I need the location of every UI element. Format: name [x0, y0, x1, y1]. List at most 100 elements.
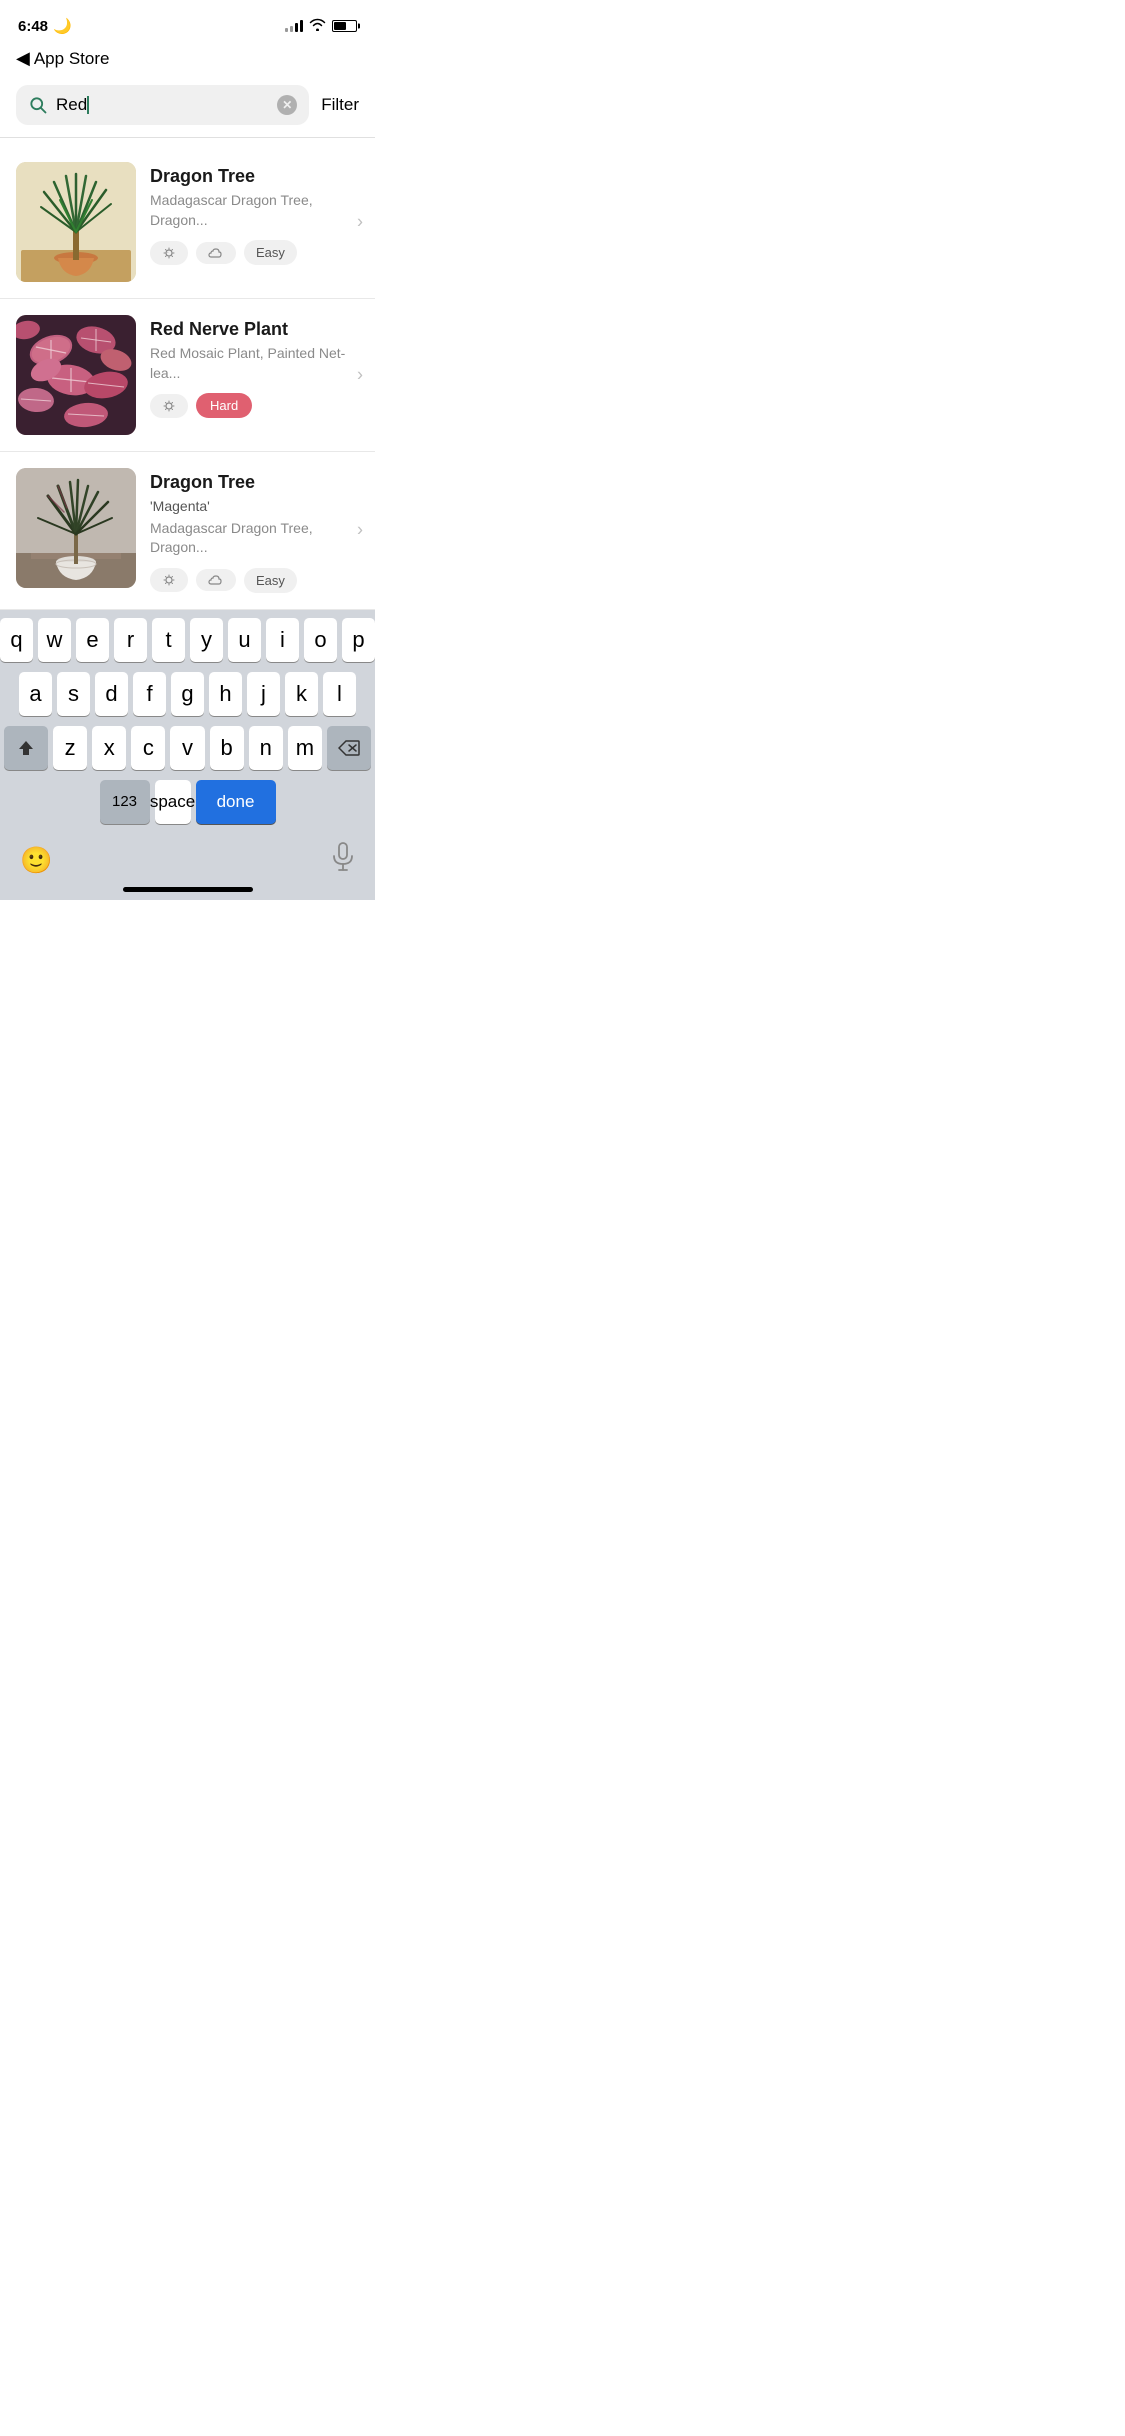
key-i[interactable]: i: [266, 618, 299, 662]
plant-image-1: [16, 162, 136, 282]
key-b[interactable]: b: [210, 726, 244, 770]
shift-key[interactable]: [4, 726, 48, 770]
keyboard-keys: q w e r t y u i o p a s d f g h j k l: [0, 610, 375, 834]
key-d[interactable]: d: [95, 672, 128, 716]
plant-thumbnail-2: [16, 315, 136, 435]
plant-thumbnail-1: [16, 162, 136, 282]
space-key[interactable]: space: [155, 780, 191, 824]
plant-name-1: Dragon Tree: [150, 166, 359, 187]
cloud-tag-1: [196, 242, 236, 264]
search-query: Red: [56, 95, 87, 115]
key-r[interactable]: r: [114, 618, 147, 662]
key-o[interactable]: o: [304, 618, 337, 662]
plant-image-2: [16, 315, 136, 435]
cloud-icon-3: [208, 574, 224, 586]
key-n[interactable]: n: [249, 726, 283, 770]
signal-bar-1: [285, 28, 288, 32]
microphone-button[interactable]: [331, 842, 355, 879]
home-bar: [123, 887, 253, 892]
sun-tag-1: [150, 241, 188, 265]
status-left: 6:48 🌙: [18, 17, 72, 35]
key-z[interactable]: z: [53, 726, 87, 770]
keyboard-accessory-bar: 🙂: [0, 834, 375, 887]
home-indicator: [0, 887, 375, 900]
key-e[interactable]: e: [76, 618, 109, 662]
plant-image-3: [16, 468, 136, 588]
status-bar: 6:48 🌙: [0, 0, 375, 44]
chevron-right-icon-3: ›: [357, 520, 363, 541]
partial-sun-icon-1: [162, 246, 176, 260]
key-l[interactable]: l: [323, 672, 356, 716]
back-label: App Store: [34, 49, 110, 69]
shift-icon: [17, 739, 35, 757]
partial-sun-icon-2: [162, 399, 176, 413]
moon-icon: 🌙: [53, 17, 72, 35]
plant-info-1: Dragon Tree Madagascar Dragon Tree, Drag…: [150, 162, 359, 265]
key-x[interactable]: x: [92, 726, 126, 770]
difficulty-tag-3: Easy: [244, 568, 297, 593]
key-p[interactable]: p: [342, 618, 375, 662]
chevron-right-icon-2: ›: [357, 365, 363, 386]
results-list: Dragon Tree Madagascar Dragon Tree, Drag…: [0, 146, 375, 610]
plant-tags-3: Easy: [150, 568, 359, 593]
signal-bar-3: [295, 23, 298, 32]
search-area: Red ✕ Filter: [0, 77, 375, 137]
partial-sun-icon-3: [162, 573, 176, 587]
key-v[interactable]: v: [170, 726, 204, 770]
plant-aliases-3: Madagascar Dragon Tree, Dragon...: [150, 519, 359, 558]
key-w[interactable]: w: [38, 618, 71, 662]
cloud-icon-1: [208, 247, 224, 259]
back-button[interactable]: ◀ App Store: [16, 48, 109, 69]
plant-thumbnail-3: [16, 468, 136, 588]
plant-aliases-2: Red Mosaic Plant, Painted Net-lea...: [150, 344, 359, 383]
key-m[interactable]: m: [288, 726, 322, 770]
plant-item-1[interactable]: Dragon Tree Madagascar Dragon Tree, Drag…: [0, 146, 375, 299]
delete-key[interactable]: [327, 726, 371, 770]
emoji-button[interactable]: 🙂: [20, 845, 52, 876]
clear-search-button[interactable]: ✕: [277, 95, 297, 115]
done-key[interactable]: done: [196, 780, 276, 824]
plant-name-3: Dragon Tree: [150, 472, 359, 493]
key-q[interactable]: q: [0, 618, 33, 662]
keyboard-row-3: z x c v b n m: [4, 726, 371, 770]
nav-bar: ◀ App Store: [0, 44, 375, 77]
signal-bar-2: [290, 26, 293, 32]
sun-tag-2: [150, 394, 188, 418]
key-a[interactable]: a: [19, 672, 52, 716]
key-g[interactable]: g: [171, 672, 204, 716]
delete-icon: [338, 740, 360, 756]
search-icon: [28, 95, 48, 115]
back-chevron-icon: ◀: [16, 48, 30, 69]
plant-aliases-1: Madagascar Dragon Tree, Dragon...: [150, 191, 359, 230]
search-box[interactable]: Red ✕: [16, 85, 309, 125]
filter-button[interactable]: Filter: [321, 95, 359, 115]
plant-item-2[interactable]: Red Nerve Plant Red Mosaic Plant, Painte…: [0, 299, 375, 452]
key-j[interactable]: j: [247, 672, 280, 716]
key-h[interactable]: h: [209, 672, 242, 716]
key-t[interactable]: t: [152, 618, 185, 662]
status-right: [285, 18, 357, 34]
key-y[interactable]: y: [190, 618, 223, 662]
search-input[interactable]: Red: [56, 95, 269, 115]
plant-variety-3: 'Magenta': [150, 497, 359, 517]
keyboard-row-1: q w e r t y u i o p: [4, 618, 371, 662]
key-s[interactable]: s: [57, 672, 90, 716]
signal-bars: [285, 20, 303, 32]
difficulty-tag-1: Easy: [244, 240, 297, 265]
key-c[interactable]: c: [131, 726, 165, 770]
difficulty-tag-hard-2: Hard: [196, 393, 252, 418]
plant-info-3: Dragon Tree 'Magenta' Madagascar Dragon …: [150, 468, 359, 593]
signal-bar-4: [300, 20, 303, 32]
numbers-key[interactable]: 123: [100, 780, 150, 824]
keyboard-row-bottom: 123 space done: [4, 780, 371, 824]
plant-item-3[interactable]: Dragon Tree 'Magenta' Madagascar Dragon …: [0, 452, 375, 610]
key-k[interactable]: k: [285, 672, 318, 716]
keyboard: q w e r t y u i o p a s d f g h j k l: [0, 610, 375, 900]
chevron-right-icon-1: ›: [357, 212, 363, 233]
key-f[interactable]: f: [133, 672, 166, 716]
microphone-icon: [331, 842, 355, 872]
plant-name-2: Red Nerve Plant: [150, 319, 359, 340]
sun-tag-3: [150, 568, 188, 592]
key-u[interactable]: u: [228, 618, 261, 662]
plant-tags-1: Easy: [150, 240, 359, 265]
